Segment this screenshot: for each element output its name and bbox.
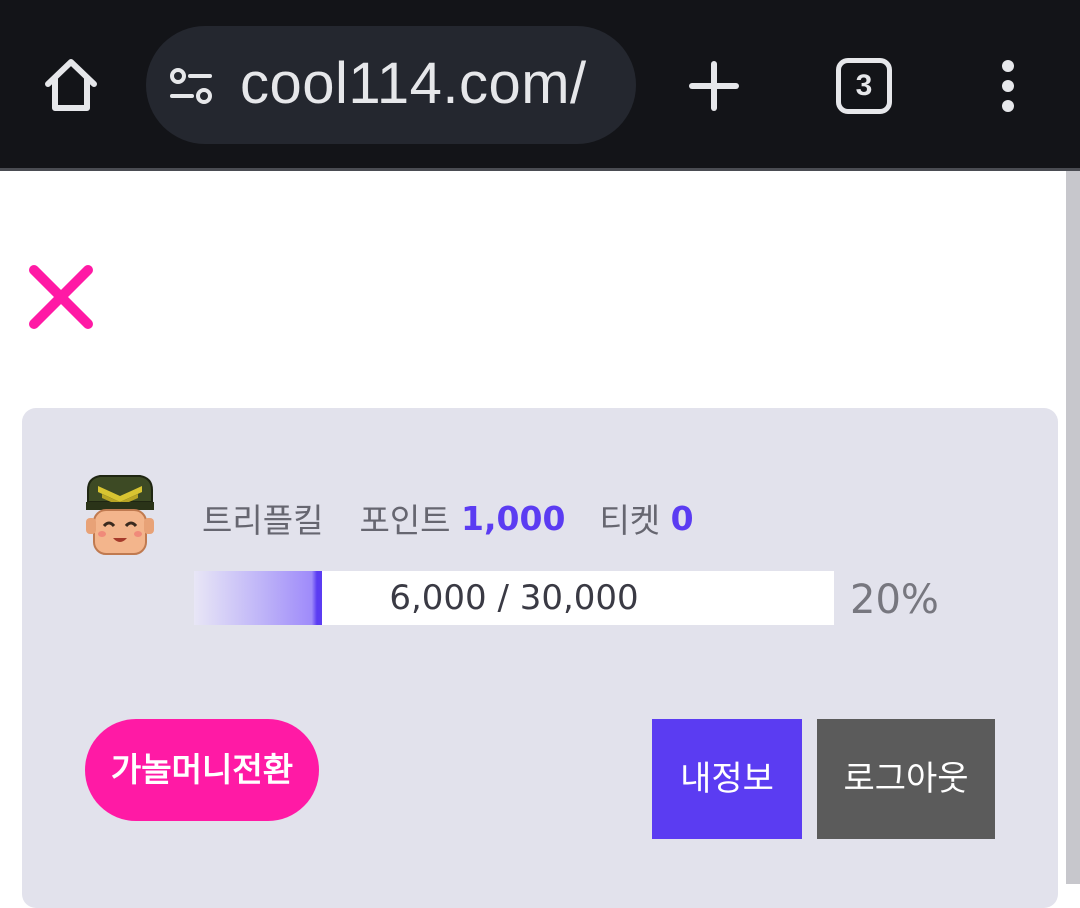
home-icon[interactable] bbox=[38, 52, 104, 118]
points-value: 1,000 bbox=[461, 498, 566, 538]
username: 트리플킬 bbox=[202, 501, 324, 540]
tickets-value: 0 bbox=[670, 498, 694, 538]
site-settings-icon[interactable] bbox=[168, 66, 214, 106]
my-info-button[interactable]: 내정보 bbox=[652, 719, 802, 839]
address-bar[interactable]: cool114.com/ bbox=[146, 26, 636, 144]
browser-toolbar: cool114.com/ 3 bbox=[0, 0, 1080, 170]
new-tab-icon[interactable] bbox=[686, 58, 742, 114]
points-label: 포인트 bbox=[359, 501, 451, 540]
user-summary: 트리플킬 포인트 1,000 티켓 0 bbox=[202, 494, 694, 541]
toolbar-divider bbox=[0, 168, 1080, 171]
close-icon[interactable] bbox=[26, 262, 96, 332]
experience-progress-bar: 6,000 / 30,000 bbox=[194, 571, 834, 625]
user-info-panel: 트리플킬 포인트 1,000 티켓 0 6,000 / 30,000 20% 가놀머… bbox=[22, 408, 1058, 908]
convert-money-button[interactable]: 가놀머니전환 bbox=[85, 719, 319, 821]
avatar bbox=[84, 472, 156, 568]
more-options-icon[interactable] bbox=[990, 56, 1026, 116]
tab-switcher-button[interactable]: 3 bbox=[836, 58, 892, 114]
logout-button[interactable]: 로그아웃 bbox=[817, 719, 995, 839]
tickets-label: 티켓 bbox=[599, 501, 661, 540]
progress-percent: 20% bbox=[850, 577, 939, 623]
scrollbar[interactable] bbox=[1066, 171, 1080, 884]
url-text: cool114.com/ bbox=[240, 51, 587, 116]
progress-text: 6,000 / 30,000 bbox=[389, 578, 639, 618]
